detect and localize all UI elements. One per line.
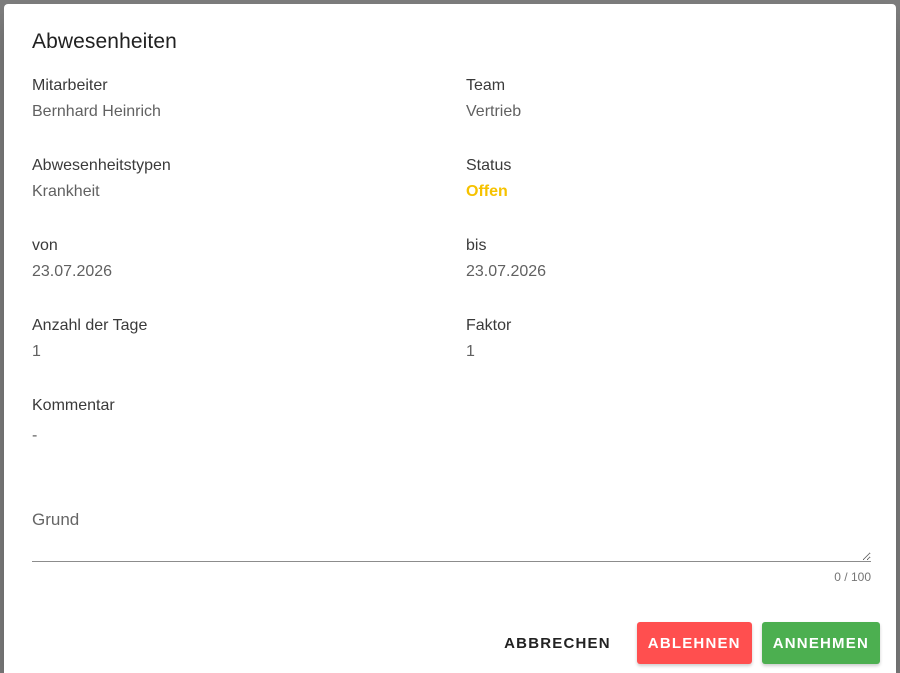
reject-button[interactable]: ABLEHNEN [636, 622, 752, 664]
days-count-label: Anzahl der Tage [32, 317, 148, 334]
comment-field: Kommentar - [32, 396, 115, 446]
team-value: Vertrieb [466, 103, 522, 120]
employee-value: Bernhard Heinrich [32, 103, 161, 120]
comment-label: Kommentar [32, 397, 115, 414]
days-count-field: Anzahl der Tage 1 [32, 316, 147, 362]
reason-textarea[interactable] [32, 500, 871, 562]
comment-value: - [32, 427, 38, 444]
dialog-actions: ABBRECHEN ABLEHNEN ANNEHMEN [494, 622, 880, 664]
factor-field: Faktor 1 [466, 316, 511, 362]
team-label: Team [466, 77, 506, 94]
absence-type-label: Abwesenheitstypen [32, 157, 171, 174]
from-date-value: 23.07.2026 [32, 263, 113, 280]
to-date-label: bis [466, 237, 487, 254]
to-date-value: 23.07.2026 [466, 263, 547, 280]
absence-type-value: Krankheit [32, 183, 100, 200]
absence-dialog: Abwesenheiten Mitarbeiter Bernhard Heinr… [4, 4, 896, 673]
status-value: Offen [466, 183, 508, 200]
from-date-label: von [32, 237, 58, 254]
days-count-value: 1 [32, 343, 41, 360]
employee-field: Mitarbeiter Bernhard Heinrich [32, 76, 161, 122]
team-field: Team Vertrieb [466, 76, 521, 122]
to-date-field: bis 23.07.2026 [466, 236, 546, 282]
factor-value: 1 [466, 343, 475, 360]
reason-field [32, 500, 871, 562]
employee-label: Mitarbeiter [32, 77, 108, 94]
cancel-button[interactable]: ABBRECHEN [494, 622, 621, 664]
accept-button[interactable]: ANNEHMEN [761, 622, 880, 664]
dialog-title: Abwesenheiten [32, 30, 177, 53]
absence-type-field: Abwesenheitstypen Krankheit [32, 156, 171, 202]
status-field: Status Offen [466, 156, 511, 202]
from-date-field: von 23.07.2026 [32, 236, 112, 282]
factor-label: Faktor [466, 317, 512, 334]
status-label: Status [466, 157, 512, 174]
reason-character-counter: 0 / 100 [834, 570, 871, 584]
